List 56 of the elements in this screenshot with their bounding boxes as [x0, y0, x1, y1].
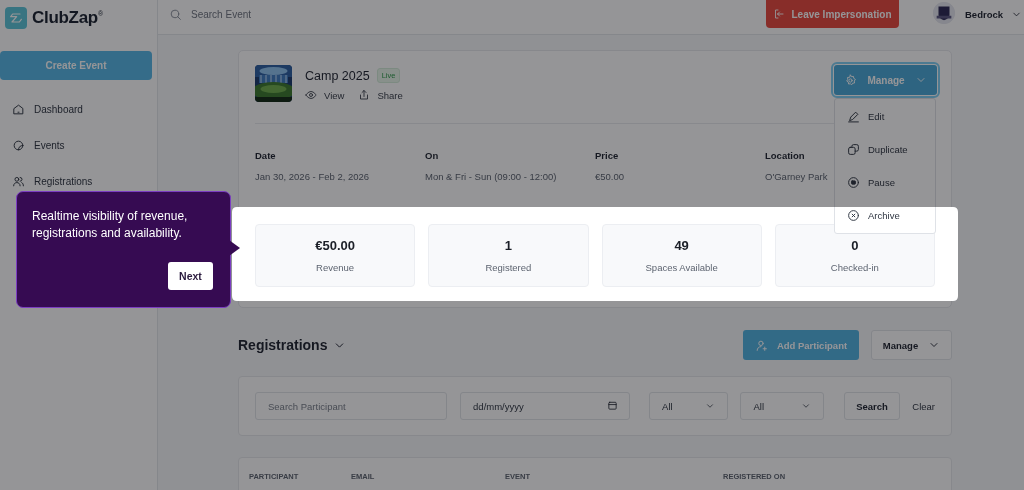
detail-value: Mon & Fri - Sun (09:00 - 12:00): [425, 171, 557, 182]
chevron-down-icon: [705, 401, 716, 411]
detail-label: Price: [595, 150, 619, 161]
exit-icon: [773, 8, 786, 20]
pause-icon: [847, 176, 860, 189]
search-field[interactable]: Search Participant: [255, 392, 448, 420]
manage-button[interactable]: Manage: [871, 330, 952, 360]
select-dropdown[interactable]: All: [649, 392, 729, 420]
tour-text: Realtime visibility of revenue, registrations and availability.: [32, 208, 189, 242]
logo-icon: [5, 7, 27, 29]
brand-name: ClubZap$^{®}$: [32, 8, 103, 28]
stat-value: 49: [674, 238, 689, 253]
event-action-link[interactable]: Share: [358, 89, 403, 101]
date-field[interactable]: dd/mm/yyyy: [460, 392, 631, 420]
stat-label: Revenue: [316, 262, 355, 273]
search-button[interactable]: Search: [843, 392, 901, 420]
detail-value: €50.00: [595, 171, 625, 182]
stat-label: Spaces Available: [645, 262, 718, 273]
sidebar-item[interactable]: Dashboard: [0, 91, 157, 127]
detail-label: Location: [765, 150, 805, 161]
next-button[interactable]: Next: [168, 262, 213, 290]
duplicate-icon: [847, 143, 860, 156]
menu-item[interactable]: Duplicate: [835, 133, 935, 166]
users-icon: [12, 174, 25, 188]
leave-impersonation-button[interactable]: Leave Impersonation: [766, 0, 899, 28]
stat-label: Checked-in: [830, 262, 879, 273]
select-dropdown[interactable]: All: [740, 392, 824, 420]
event-action-link[interactable]: View: [305, 89, 345, 101]
stat-value: 1: [504, 238, 512, 253]
close-circle-icon: [847, 209, 860, 222]
eye-icon: [305, 89, 317, 101]
user-plus-icon: [754, 338, 768, 352]
detail-label: On: [425, 150, 439, 161]
clear-button[interactable]: Clear: [912, 400, 935, 412]
share-icon: [358, 89, 371, 101]
events-icon: [12, 138, 25, 152]
chevron-down-icon: [800, 401, 811, 411]
search-icon: [169, 7, 182, 21]
section-title: Registrations: [238, 337, 328, 353]
menu-item[interactable]: Pause: [835, 166, 935, 199]
user-name: Bedrock: [965, 8, 1003, 20]
detail-value: O'Garney Park: [765, 171, 828, 182]
calendar-icon: [607, 400, 619, 411]
event-title: Camp 2025: [305, 68, 370, 83]
stat-label: Registered: [485, 262, 532, 273]
home-icon: [12, 102, 25, 116]
detail-label: Date: [255, 150, 276, 161]
sidebar-item[interactable]: Registrations: [0, 163, 157, 199]
stat-value: €50.00: [315, 238, 355, 253]
gear-icon: [844, 73, 858, 87]
search-field[interactable]: Search Event: [189, 7, 343, 21]
pen-icon: [847, 110, 860, 123]
menu-item[interactable]: Edit: [835, 100, 935, 133]
stat-value: 0: [851, 238, 859, 253]
detail-value: Jan 30, 2026 - Feb 2, 2026: [255, 171, 370, 182]
sidebar-item[interactable]: Events: [0, 127, 157, 163]
